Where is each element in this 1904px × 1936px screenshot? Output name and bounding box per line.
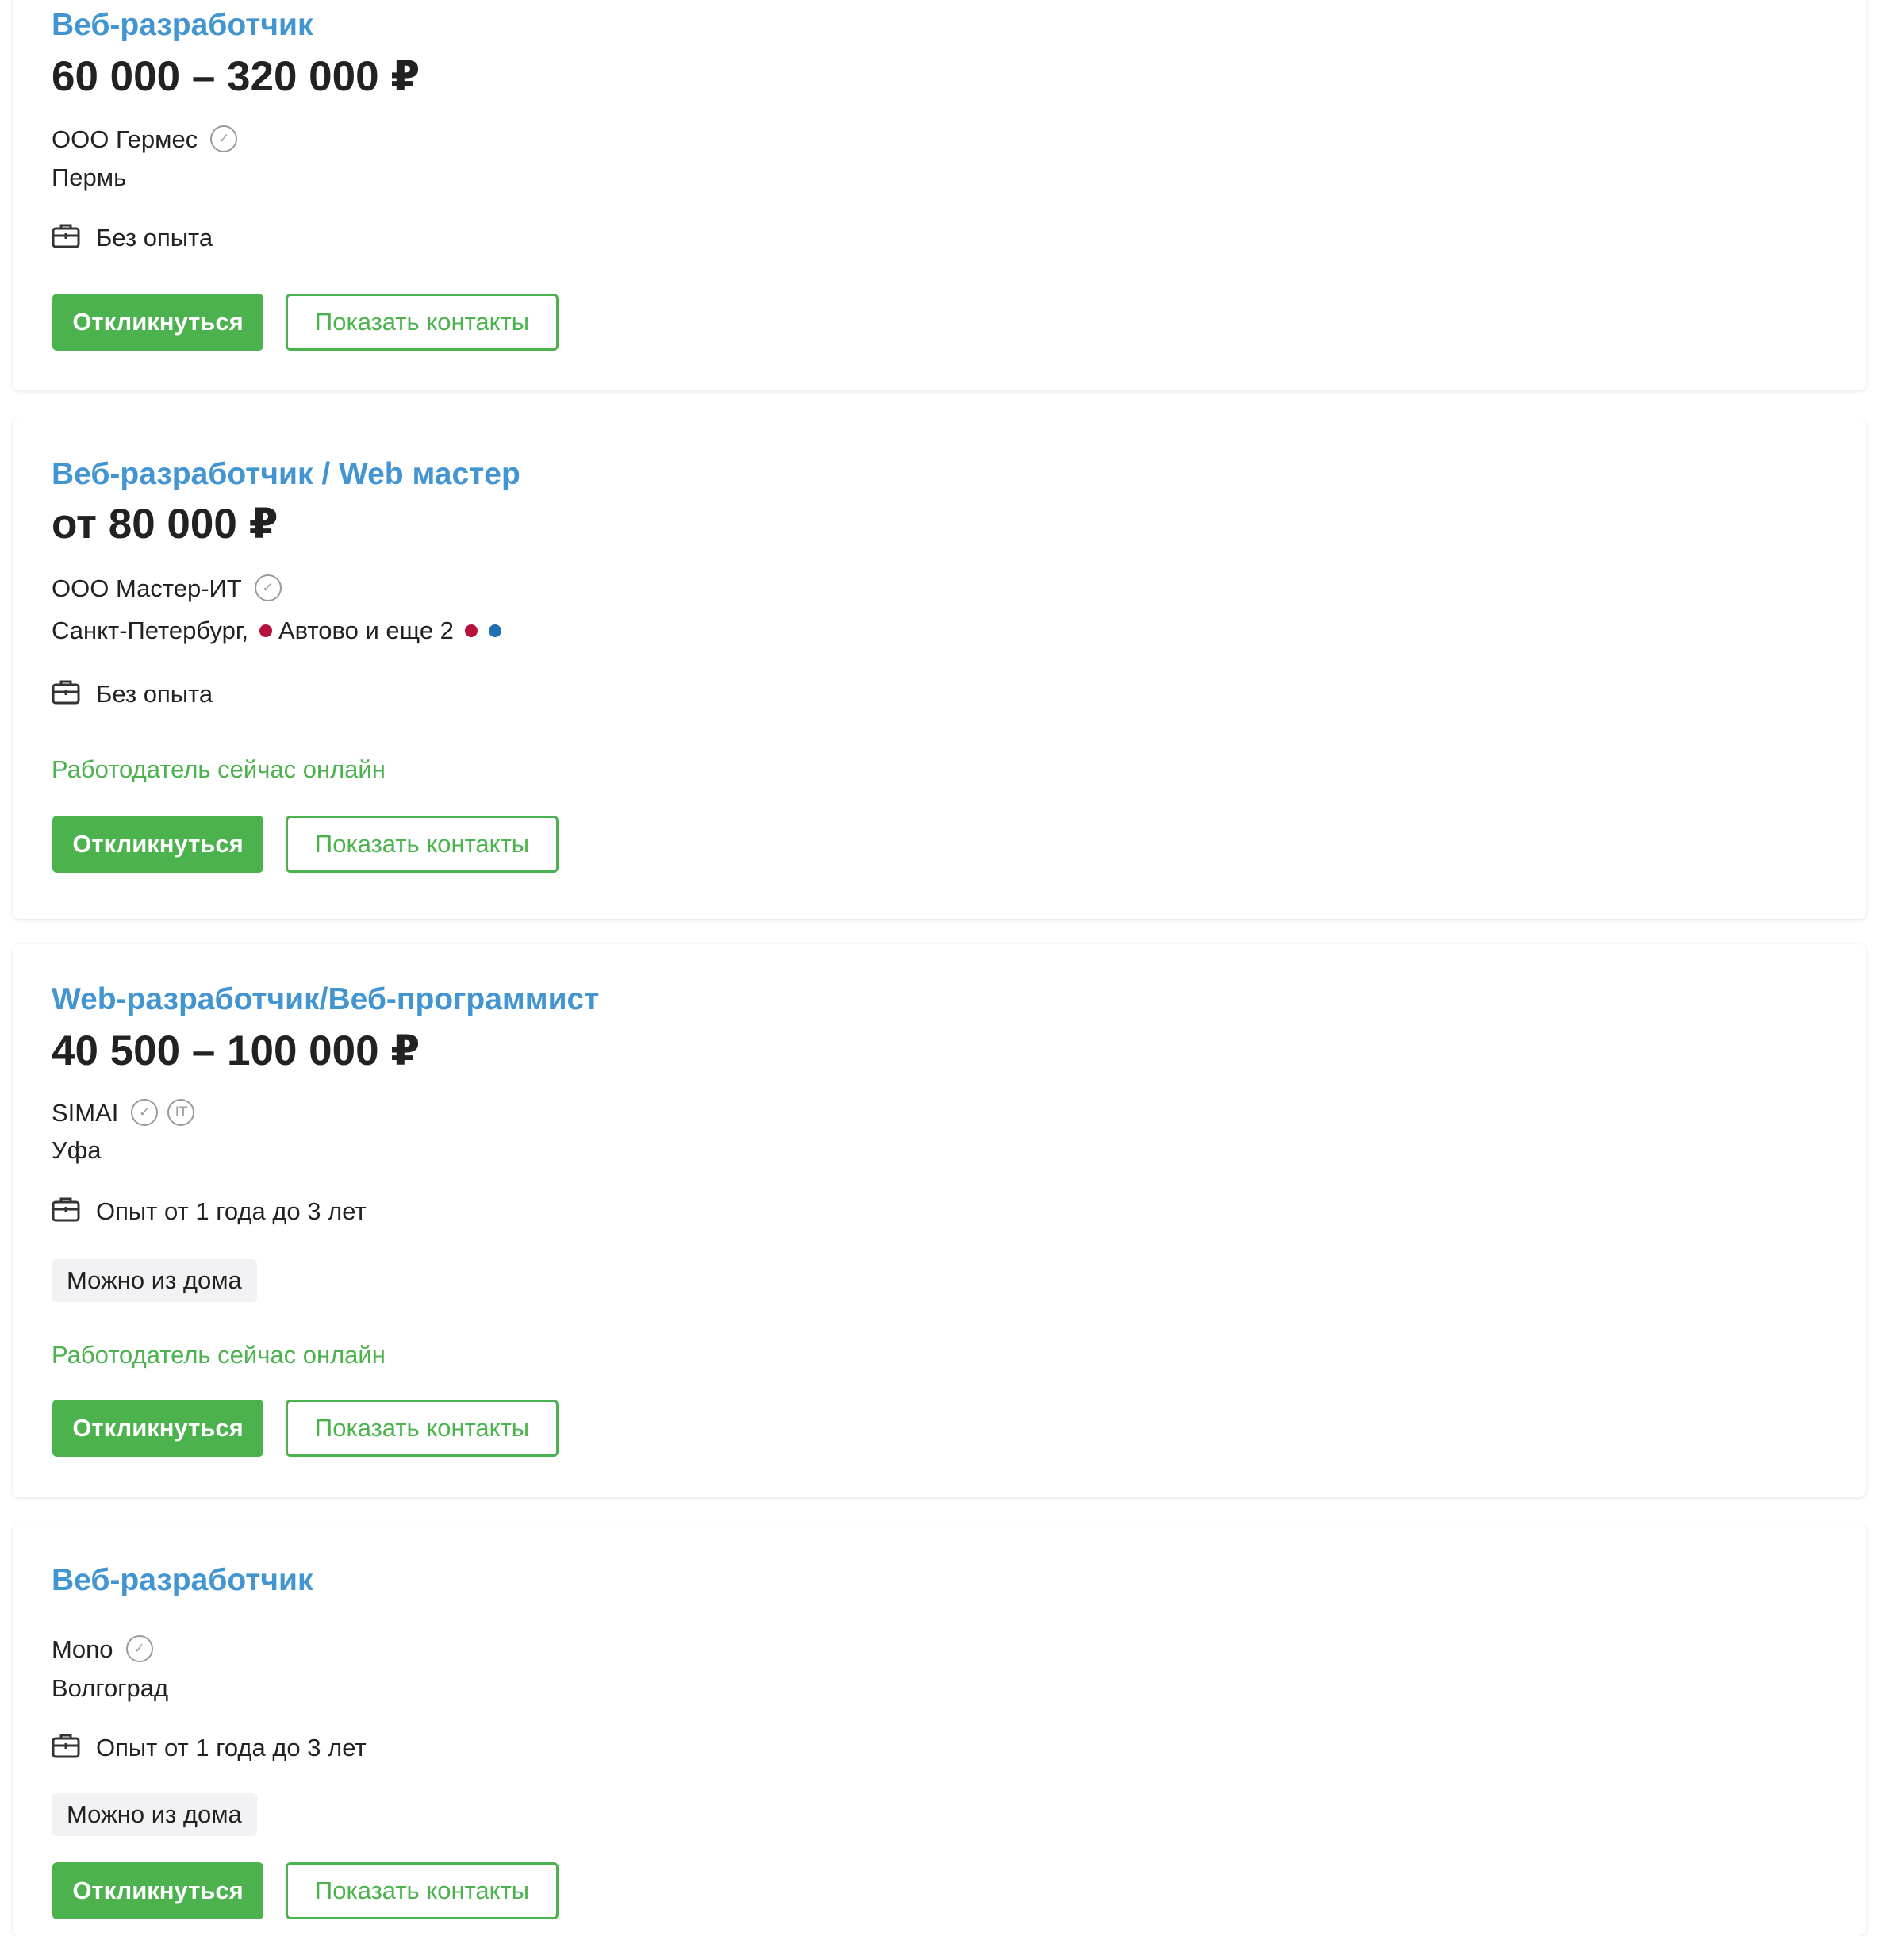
experience-label: Без опыта: [96, 224, 213, 252]
company-name-link[interactable]: ООО Гермес: [52, 127, 198, 152]
verified-icon: ✓: [125, 1635, 153, 1662]
employer-online-status: Работодатель сейчас онлайн: [52, 755, 386, 783]
respond-button[interactable]: Откликнуться: [52, 1862, 263, 1919]
show-contacts-button[interactable]: Показать контакты: [286, 1400, 559, 1457]
vacancy-card: Веб-разработчик Mono ✓ Волгоград Опыт от…: [13, 1523, 1866, 1936]
vacancy-city: Уфа: [52, 1138, 101, 1162]
remote-work-tag: Можно из дома: [52, 1259, 257, 1302]
briefcase-icon: [52, 1733, 80, 1762]
briefcase-icon: [52, 1197, 80, 1226]
company: Mono ✓: [52, 1635, 163, 1662]
vacancy-location: Санкт-Петербург, Автово и еще 2: [52, 618, 501, 643]
experience: Без опыта: [52, 223, 213, 252]
vacancy-salary: от 80 000 ₽: [52, 501, 278, 547]
experience: Опыт от 1 года до 3 лет: [52, 1733, 367, 1762]
vacancy-city: Волгоград: [52, 1676, 168, 1700]
employer-online-status: Работодатель сейчас онлайн: [52, 1341, 386, 1369]
metro-label: Автово и еще 2: [278, 617, 454, 644]
city-label: Волгоград: [52, 1674, 169, 1702]
vacancy-title-link[interactable]: Веб-разработчик: [52, 1565, 313, 1596]
company: SIMAI ✓ IT: [52, 1099, 204, 1126]
company: ООО Мастер-ИТ ✓: [52, 574, 291, 601]
experience-label: Без опыта: [96, 680, 213, 708]
company-name-link[interactable]: ООО Мастер-ИТ: [52, 576, 242, 601]
company-name-link[interactable]: SIMAI: [52, 1101, 118, 1125]
city-label: Уфа: [52, 1136, 102, 1164]
experience-label: Опыт от 1 года до 3 лет: [96, 1734, 367, 1761]
verified-icon: ✓: [210, 125, 238, 152]
respond-button[interactable]: Откликнуться: [52, 294, 263, 351]
city-label: Санкт-Петербург,: [52, 617, 248, 644]
vacancy-card: Веб-разработчик 60 000 – 320 000 ₽ ООО Г…: [13, 0, 1866, 390]
metro-line-dot: [488, 624, 501, 637]
it-accredited-icon: IT: [167, 1099, 195, 1126]
vacancy-salary: 60 000 – 320 000 ₽: [52, 53, 420, 100]
verified-icon: ✓: [131, 1099, 159, 1126]
vacancy-salary: 40 500 – 100 000 ₽: [52, 1028, 420, 1074]
briefcase-icon: [52, 679, 80, 709]
show-contacts-button[interactable]: Показать контакты: [286, 294, 559, 351]
remote-work-tag: Можно из дома: [52, 1793, 257, 1836]
vacancy-card: Web-разработчик/Веб-программист 40 500 –…: [13, 944, 1866, 1497]
briefcase-icon: [52, 223, 80, 252]
verified-icon: ✓: [254, 574, 282, 601]
experience: Опыт от 1 года до 3 лет: [52, 1197, 367, 1226]
company: ООО Гермес ✓: [52, 125, 247, 152]
vacancy-title-link[interactable]: Веб-разработчик / Web мастер: [52, 459, 520, 490]
metro-line-dot: [464, 624, 478, 637]
experience: Без опыта: [52, 679, 213, 709]
show-contacts-button[interactable]: Показать контакты: [286, 1862, 559, 1919]
vacancy-title-link[interactable]: Веб-разработчик: [52, 10, 313, 40]
vacancy-card: Веб-разработчик / Web мастер от 80 000 ₽…: [13, 417, 1866, 919]
city-label: Пермь: [52, 163, 127, 191]
respond-button[interactable]: Откликнуться: [52, 1400, 263, 1457]
show-contacts-button[interactable]: Показать контакты: [286, 816, 559, 873]
metro-line-dot: [259, 624, 272, 637]
company-name-link[interactable]: Mono: [52, 1637, 113, 1661]
respond-button[interactable]: Откликнуться: [52, 816, 263, 873]
vacancy-title-link[interactable]: Web-разработчик/Веб-программист: [52, 984, 599, 1015]
vacancy-city: Пермь: [52, 165, 126, 190]
experience-label: Опыт от 1 года до 3 лет: [96, 1197, 367, 1225]
